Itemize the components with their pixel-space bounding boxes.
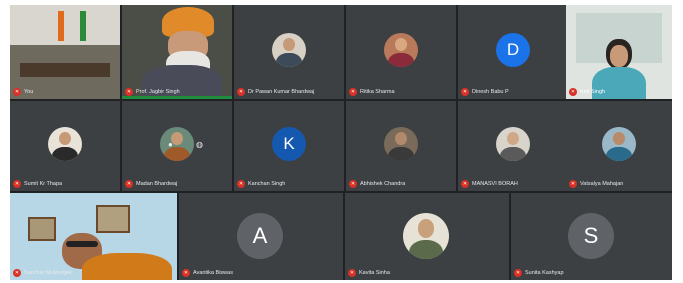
glasses	[66, 241, 98, 247]
avatar	[496, 127, 530, 161]
participant-name: MANASVI BORAH	[472, 181, 518, 187]
participant-name: Sanchar Mukherjee	[24, 270, 72, 276]
mic-off-icon: ✕	[237, 180, 245, 188]
flag	[58, 11, 64, 41]
mic-off-icon: ✕	[514, 269, 522, 277]
participant-tile-you[interactable]: ✕ You	[10, 5, 120, 99]
avatar	[384, 33, 418, 67]
participant-name: Sunita Kashyap	[525, 270, 564, 276]
avatar	[160, 127, 194, 161]
participant-tile[interactable]: ✕ Kirti Singh	[566, 5, 672, 99]
mic-off-icon: ✕	[349, 88, 357, 96]
participant-name: Avantika Biswas	[193, 270, 233, 276]
participant-tile[interactable]: ✕ Abhishek Chandra	[346, 101, 456, 191]
participant-name: Abhishek Chandra	[360, 181, 406, 187]
avatar: A	[237, 213, 283, 259]
participant-tile[interactable]: ✕ Dr Pawan Kumar Bhardwaj	[234, 5, 344, 99]
avatar	[403, 213, 449, 259]
participant-tile[interactable]: S ✕ Sunita Kashyap	[511, 193, 672, 280]
room-wall	[10, 5, 120, 45]
participant-tile[interactable]: ✕ Vatsalya Mahajan	[566, 101, 672, 191]
mic-off-icon: ✕	[569, 180, 577, 188]
participant-tile[interactable]: ● ◍ ✕ Madan Bhardwaj	[122, 101, 232, 191]
mic-off-icon: ✕	[13, 88, 21, 96]
participant-tile[interactable]: A ✕ Avantika Biswas	[179, 193, 343, 280]
mic-off-icon: ✕	[461, 180, 469, 188]
mic-off-icon: ✕	[125, 88, 133, 96]
avatar	[384, 127, 418, 161]
participant-tile[interactable]: ✕ Sumit Kr Thapa	[10, 101, 120, 191]
avatar	[272, 33, 306, 67]
mic-off-icon: ✕	[348, 269, 356, 277]
conference-table	[20, 63, 110, 77]
participant-name: Ritika Sharma	[360, 89, 395, 95]
mic-off-icon: ✕	[182, 269, 190, 277]
mic-off-icon: ✕	[569, 88, 577, 96]
participant-name: Kirti Singh	[580, 89, 606, 95]
active-speaker-bar	[122, 96, 232, 99]
face	[610, 45, 628, 67]
mic-off-icon: ✕	[125, 180, 133, 188]
shoulders	[82, 253, 172, 280]
wall-frame	[96, 205, 130, 233]
participant-name: You	[24, 89, 34, 95]
participant-name: Kavita Sinha	[359, 270, 390, 276]
avatar: D	[496, 33, 530, 67]
participant-name: Dr Pawan Kumar Bhardwaj	[248, 89, 315, 95]
avatar	[48, 127, 82, 161]
participant-tile[interactable]: ✕ Sanchar Mukherjee	[10, 193, 177, 280]
mic-off-icon: ✕	[461, 88, 469, 96]
mic-off-icon: ✕	[349, 180, 357, 188]
mic-icon: ●	[168, 140, 173, 149]
wall-frame	[28, 217, 56, 241]
participant-name: Kanchan Singh	[248, 181, 286, 187]
participant-tile[interactable]: K ✕ Kanchan Singh	[234, 101, 344, 191]
mic-off-icon: ✕	[13, 180, 21, 188]
video-call-grid: ✕ You ✕ Prof. Jagbir Singh ✕ Dr Pawan Ku…	[10, 5, 672, 280]
mic-off-icon: ✕	[13, 269, 21, 277]
participant-name: Prof. Jagbir Singh	[136, 89, 180, 95]
participant-name: Sumit Kr Thapa	[24, 181, 63, 187]
mic-off-icon: ✕	[237, 88, 245, 96]
participant-tile[interactable]: ✕ Kavita Sinha	[345, 193, 509, 280]
participant-name: Dinesh Babu P	[472, 89, 509, 95]
flag	[80, 11, 86, 41]
avatar	[602, 127, 636, 161]
participant-name: Madan Bhardwaj	[136, 181, 178, 187]
participant-tile[interactable]: ✕ Ritika Sharma	[346, 5, 456, 99]
participant-tile-speaker[interactable]: ✕ Prof. Jagbir Singh	[122, 5, 232, 99]
participant-name: Vatsalya Mahajan	[580, 181, 624, 187]
avatar: S	[568, 213, 614, 259]
participant-tile[interactable]: ✕ MANASVI BORAH	[458, 101, 568, 191]
pin-icon: ◍	[196, 140, 203, 149]
avatar: K	[272, 127, 306, 161]
participant-tile[interactable]: D ✕ Dinesh Babu P	[458, 5, 568, 99]
